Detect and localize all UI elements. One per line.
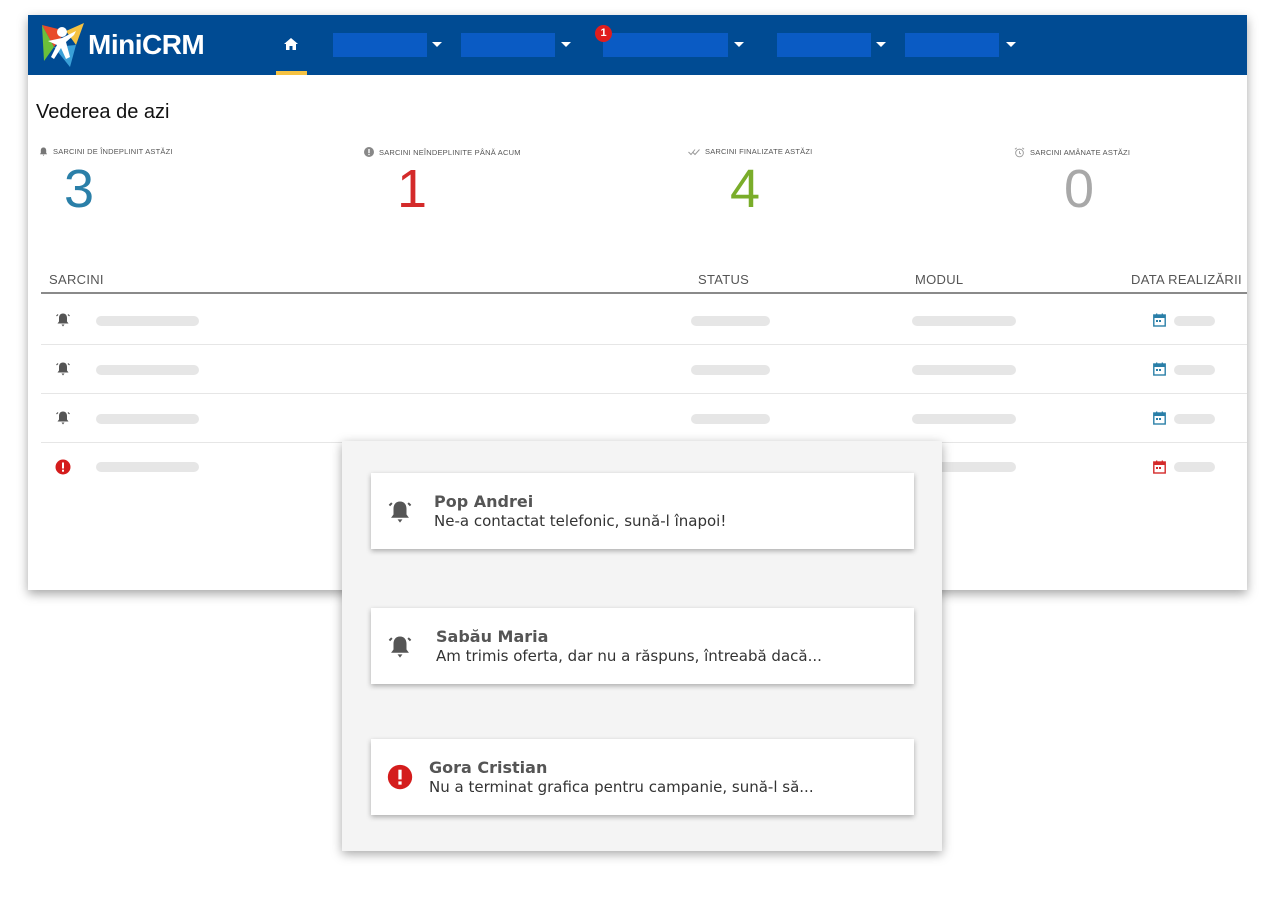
nav-menu-2[interactable] — [461, 33, 555, 57]
module-placeholder — [912, 414, 1016, 424]
bell-icon — [388, 636, 412, 658]
notification-message: Am trimis oferta, dar nu a răspuns, într… — [436, 647, 822, 665]
notification-card[interactable]: Gora Cristian Nu a terminat grafica pent… — [371, 739, 914, 815]
calendar-icon — [1153, 460, 1166, 474]
stat-tasks-today[interactable]: SARCINI DE ÎNDEPLINIT ASTĂZI 3 — [39, 147, 173, 219]
home-icon — [284, 38, 298, 50]
stat-value: 4 — [730, 159, 761, 219]
stat-label: SARCINI FINALIZATE ASTĂZI — [688, 147, 812, 156]
chevron-down-icon[interactable] — [432, 42, 442, 47]
stat-tasks-completed[interactable]: SARCINI FINALIZATE ASTĂZI 4 — [688, 147, 812, 219]
chevron-down-icon[interactable] — [561, 42, 571, 47]
alarm-clock-icon — [1014, 147, 1025, 158]
tasks-table-header: SARCINI STATUS MODUL DATA REALIZĂRII — [41, 270, 1247, 294]
bell-icon — [388, 501, 412, 523]
home-tab[interactable] — [276, 15, 307, 75]
chevron-down-icon[interactable] — [1006, 42, 1016, 47]
task-title-placeholder — [96, 462, 199, 472]
notification-sender: Gora Cristian — [429, 758, 548, 777]
stat-label: SARCINI AMÂNATE ASTĂZI — [1014, 147, 1130, 158]
notification-card[interactable]: Pop Andrei Ne-a contactat telefonic, sun… — [371, 473, 914, 549]
stat-label-text: SARCINI NEÎNDEPLINITE PÂNĂ ACUM — [379, 147, 521, 157]
calendar-icon — [1153, 411, 1166, 425]
column-header-module[interactable]: MODUL — [915, 272, 963, 287]
stat-label-text: SARCINI DE ÎNDEPLINIT ASTĂZI — [53, 147, 173, 156]
calendar-icon — [1153, 313, 1166, 327]
notification-message: Ne-a contactat telefonic, sună-l înapoi! — [434, 512, 727, 530]
bell-icon — [56, 313, 70, 327]
stat-label-text: SARCINI FINALIZATE ASTĂZI — [705, 147, 813, 156]
nav-menu-3[interactable] — [603, 33, 728, 57]
column-header-due-date[interactable]: DATA REALIZĂRII — [1131, 272, 1242, 287]
nav-menu-5[interactable] — [905, 33, 999, 57]
due-date-placeholder — [1174, 462, 1215, 472]
alert-icon — [55, 459, 71, 475]
table-row[interactable] — [41, 394, 1247, 443]
stat-value: 1 — [397, 159, 428, 219]
stat-label-text: SARCINI AMÂNATE ASTĂZI — [1030, 148, 1131, 157]
chevron-down-icon[interactable] — [734, 42, 744, 47]
minicrm-logo-icon — [42, 23, 84, 67]
stat-tasks-overdue[interactable]: SARCINI NEÎNDEPLINITE PÂNĂ ACUM 1 — [364, 147, 521, 219]
due-date-placeholder — [1174, 316, 1215, 326]
nav-menu-4[interactable] — [777, 33, 871, 57]
task-title-placeholder — [96, 414, 199, 424]
table-row[interactable] — [41, 345, 1247, 394]
notification-card[interactable]: Sabău Maria Am trimis oferta, dar nu a r… — [371, 608, 914, 684]
stat-value: 0 — [1064, 159, 1095, 219]
stat-label: SARCINI DE ÎNDEPLINIT ASTĂZI — [39, 147, 173, 156]
notification-badge[interactable]: 1 — [595, 25, 612, 42]
due-date-placeholder — [1174, 414, 1215, 424]
module-placeholder — [912, 316, 1016, 326]
bell-icon — [56, 362, 70, 376]
calendar-icon — [1153, 362, 1166, 376]
stat-value: 3 — [64, 159, 95, 219]
double-check-icon — [688, 148, 700, 155]
due-date-placeholder — [1174, 365, 1215, 375]
bell-icon — [56, 411, 70, 425]
module-placeholder — [912, 365, 1016, 375]
column-header-status[interactable]: STATUS — [698, 272, 749, 287]
status-placeholder — [691, 316, 770, 326]
top-nav-bar: MiniCRM 1 — [28, 15, 1247, 75]
stat-tasks-postponed[interactable]: SARCINI AMÂNATE ASTĂZI 0 — [1014, 147, 1130, 219]
nav-menu-1[interactable] — [333, 33, 427, 57]
column-header-tasks[interactable]: SARCINI — [49, 272, 104, 287]
status-placeholder — [691, 365, 770, 375]
notifications-panel: Pop Andrei Ne-a contactat telefonic, sun… — [342, 441, 942, 851]
notification-message: Nu a terminat grafica pentru campanie, s… — [429, 778, 814, 796]
bell-icon — [39, 147, 48, 156]
table-row[interactable] — [41, 296, 1247, 345]
status-placeholder — [691, 414, 770, 424]
chevron-down-icon[interactable] — [876, 42, 886, 47]
task-title-placeholder — [96, 365, 199, 375]
page-title: Vederea de azi — [36, 101, 170, 123]
notification-sender: Pop Andrei — [434, 492, 534, 511]
active-tab-underline — [276, 71, 307, 75]
stat-label: SARCINI NEÎNDEPLINITE PÂNĂ ACUM — [364, 147, 521, 157]
notification-sender: Sabău Maria — [436, 627, 549, 646]
brand-name[interactable]: MiniCRM — [88, 29, 205, 61]
alert-icon — [387, 764, 413, 790]
task-title-placeholder — [96, 316, 199, 326]
alert-icon — [364, 147, 374, 157]
